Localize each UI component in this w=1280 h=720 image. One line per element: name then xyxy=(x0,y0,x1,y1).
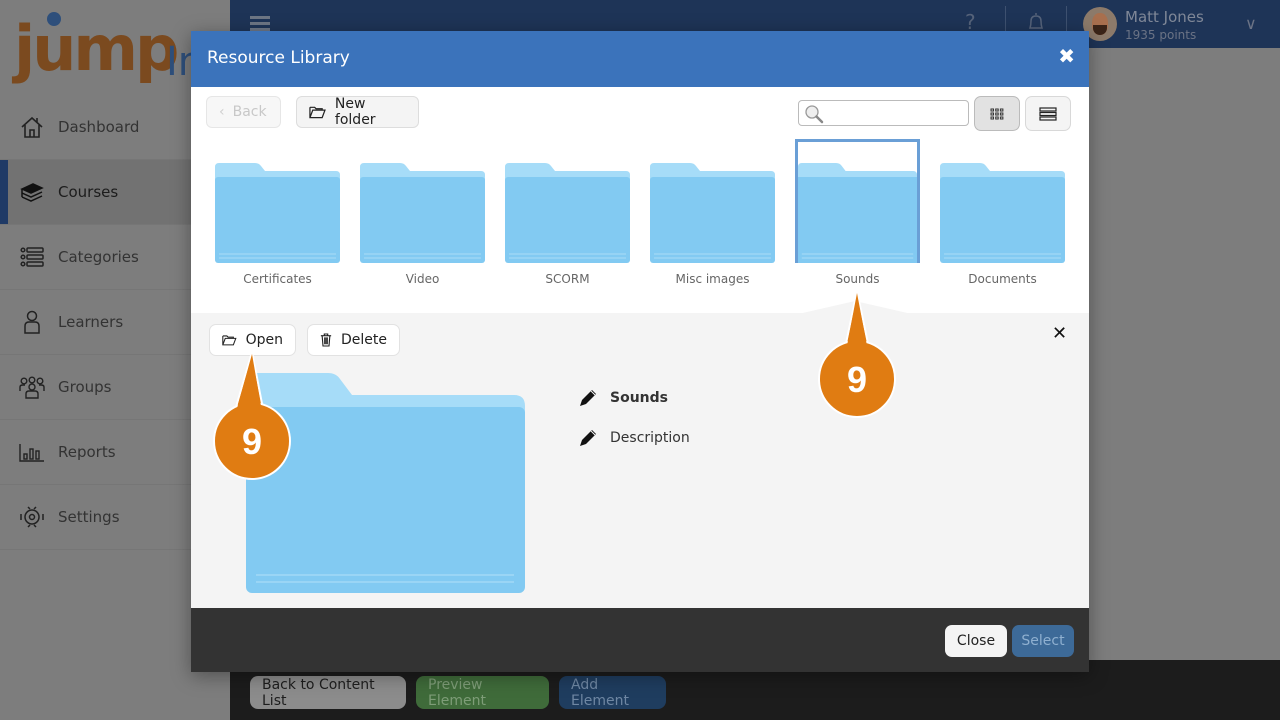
list-view-button[interactable] xyxy=(1025,96,1071,131)
new-folder-label: New folder xyxy=(334,96,376,128)
folder-description-value: Description xyxy=(610,430,690,446)
sidebar-item-label: Reports xyxy=(58,443,116,461)
person-icon xyxy=(18,308,46,336)
back-to-content-list-button[interactable]: Back to Content List xyxy=(250,676,406,709)
folder-label: Video xyxy=(405,272,440,286)
sidebar-item-label: Courses xyxy=(58,183,119,201)
group-icon xyxy=(18,373,46,401)
folder-label: Sounds xyxy=(835,272,880,286)
folder-open-icon xyxy=(309,106,326,119)
sidebar-item-label: Settings xyxy=(58,508,120,526)
chevron-down-icon[interactable]: ∨ xyxy=(1245,14,1257,33)
books-icon xyxy=(18,178,46,206)
logo-text: jump xyxy=(14,12,179,85)
search-input[interactable] xyxy=(825,101,965,123)
delete-button-label: Delete xyxy=(341,332,387,348)
modal-toolbar: ‹ Back New folder xyxy=(191,87,1089,139)
folder-scorm[interactable]: SCORM xyxy=(505,139,630,313)
sidebar-item-label: Learners xyxy=(58,313,124,331)
resource-library-modal: Resource Library ✖ ‹ Back New folder Cer… xyxy=(191,31,1089,672)
folder-label: SCORM xyxy=(545,272,590,286)
hamburger-menu-icon[interactable] xyxy=(250,16,270,31)
folder-icon xyxy=(360,163,485,263)
add-element-button[interactable]: Add Element xyxy=(559,676,666,709)
folder-icon xyxy=(215,163,340,263)
sidebar-item-label: Categories xyxy=(58,248,139,266)
grid-view-button[interactable] xyxy=(974,96,1020,131)
grid-icon xyxy=(990,108,1004,119)
folder-video[interactable]: Video xyxy=(360,139,485,313)
folder-open-icon xyxy=(222,335,237,346)
folder-name-field[interactable]: Sounds xyxy=(578,388,668,408)
folder-details-panel: Open Delete ✕ Sounds Description xyxy=(191,301,1089,608)
folder-description-field[interactable]: Description xyxy=(578,428,690,448)
modal-title: Resource Library xyxy=(207,48,350,68)
gear-icon xyxy=(18,503,46,531)
search-box[interactable] xyxy=(798,100,969,126)
folder-name-value: Sounds xyxy=(610,390,668,406)
folder-sounds[interactable]: Sounds xyxy=(795,139,920,313)
preview-element-button[interactable]: Preview Element xyxy=(416,676,549,709)
chevron-left-icon: ‹ xyxy=(219,104,225,120)
close-button[interactable]: Close xyxy=(945,625,1007,657)
select-button[interactable]: Select xyxy=(1012,625,1074,657)
open-button-label: Open xyxy=(245,332,283,348)
back-button-label: Back xyxy=(232,104,267,120)
folder-icon xyxy=(650,163,775,263)
list-icon xyxy=(1039,106,1057,121)
trash-icon xyxy=(320,333,332,347)
back-button[interactable]: ‹ Back xyxy=(206,96,281,128)
close-icon[interactable]: ✖ xyxy=(1058,44,1075,68)
search-icon xyxy=(805,105,824,124)
close-details-icon[interactable]: ✕ xyxy=(1052,323,1067,344)
new-folder-button[interactable]: New folder xyxy=(296,96,419,128)
bell-icon[interactable] xyxy=(1027,11,1045,33)
sidebar-item-label: Dashboard xyxy=(58,118,140,136)
list-icon xyxy=(18,243,46,271)
folder-label: Documents xyxy=(968,272,1037,286)
folder-grid: Certificates Video SCORM Misc images Sou… xyxy=(191,139,1089,313)
folder-label: Misc images xyxy=(675,272,750,286)
folder-label: Certificates xyxy=(243,272,312,286)
pencil-icon xyxy=(580,430,596,446)
bar-chart-icon xyxy=(18,438,46,466)
user-points: 1935 points xyxy=(1125,28,1197,42)
pencil-icon xyxy=(580,390,596,406)
sidebar-item-label: Groups xyxy=(58,378,112,396)
folder-icon xyxy=(505,163,630,263)
folder-icon xyxy=(798,163,917,263)
modal-header: Resource Library ✖ xyxy=(191,31,1089,87)
folder-documents[interactable]: Documents xyxy=(940,139,1065,313)
home-icon xyxy=(18,113,46,141)
folder-icon xyxy=(940,163,1065,263)
folder-preview-icon xyxy=(246,373,525,593)
folder-certificates[interactable]: Certificates xyxy=(215,139,340,313)
folder-misc-images[interactable]: Misc images xyxy=(650,139,775,313)
user-name[interactable]: Matt Jones xyxy=(1125,8,1204,26)
modal-footer: Close Select xyxy=(191,608,1089,672)
delete-button[interactable]: Delete xyxy=(307,324,400,356)
open-button[interactable]: Open xyxy=(209,324,296,356)
